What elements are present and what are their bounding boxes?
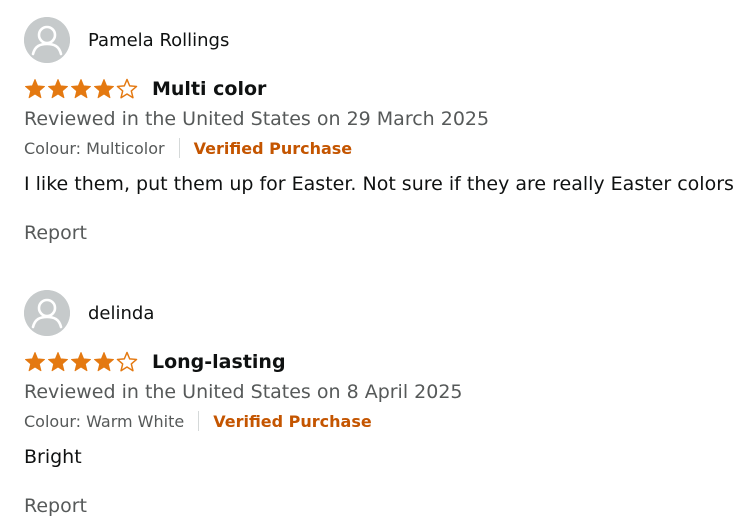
star-empty-icon (116, 351, 138, 373)
star-rating[interactable] (24, 351, 138, 373)
review-date: Reviewed in the United States on 29 Marc… (24, 108, 490, 130)
star-filled-icon (93, 78, 115, 100)
reviewer-profile[interactable]: delinda (24, 290, 744, 336)
star-filled-icon (24, 78, 46, 100)
star-rating[interactable] (24, 78, 138, 100)
verified-purchase-badge: Verified Purchase (213, 411, 372, 431)
review-title[interactable]: Long-lasting (152, 351, 286, 373)
review-title-row: Long-lasting (24, 348, 744, 376)
review-title-row: Multi color (24, 75, 744, 103)
star-filled-icon (24, 351, 46, 373)
review-body: I like them, put them up for Easter. Not… (24, 173, 734, 195)
review: Pamela Rollings Multi color Reviewed in … (24, 17, 744, 246)
review: delinda Long-lasting Reviewed in the Uni… (24, 290, 744, 519)
user-avatar-icon (24, 17, 70, 63)
star-filled-icon (47, 351, 69, 373)
reviewer-name[interactable]: Pamela Rollings (88, 30, 229, 51)
review-meta: Colour: Multicolor Verified Purchase (24, 137, 744, 159)
star-empty-icon (116, 78, 138, 100)
verified-purchase-badge: Verified Purchase (193, 138, 353, 158)
meta-divider (178, 138, 180, 158)
star-filled-icon (70, 351, 92, 373)
review-date: Reviewed in the United States on 8 April… (24, 381, 463, 403)
star-filled-icon (47, 78, 69, 100)
star-filled-icon (70, 78, 92, 100)
review-meta: Colour: Warm White Verified Purchase (24, 410, 744, 432)
reviewer-name[interactable]: delinda (88, 303, 154, 324)
report-link[interactable]: Report (24, 220, 87, 246)
reviewer-profile[interactable]: Pamela Rollings (24, 17, 744, 63)
star-filled-icon (93, 351, 115, 373)
user-avatar-icon (24, 290, 70, 336)
meta-divider (198, 411, 200, 431)
review-body: Bright (24, 446, 82, 468)
review-title[interactable]: Multi color (152, 78, 266, 100)
product-variant: Colour: Warm White (24, 411, 185, 431)
report-link[interactable]: Report (24, 493, 87, 519)
product-variant: Colour: Multicolor (24, 138, 165, 158)
